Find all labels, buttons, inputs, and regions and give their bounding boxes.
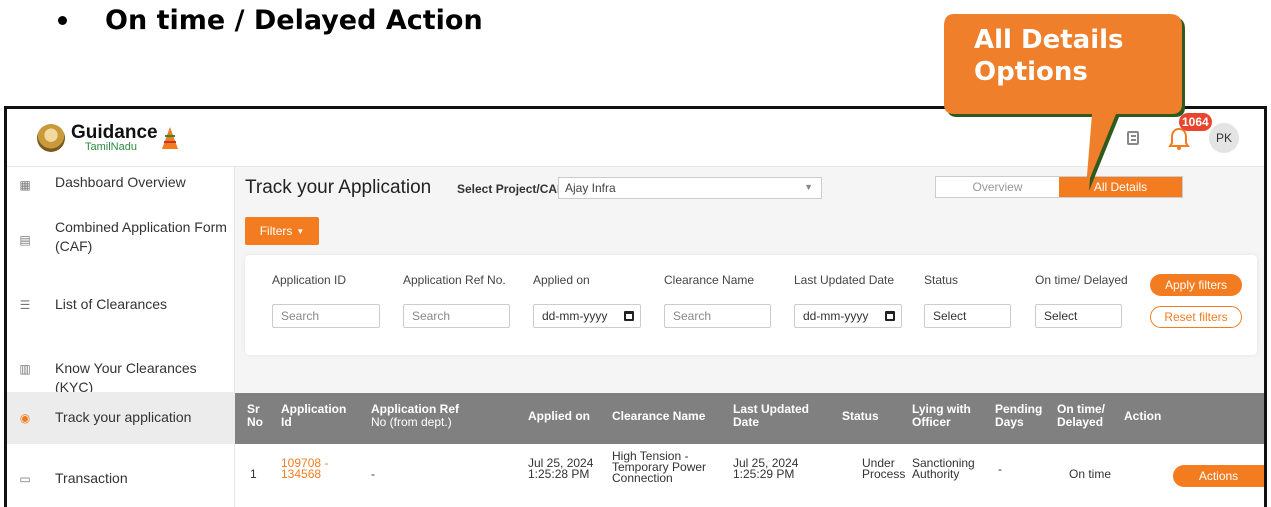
- bullet-icon: [58, 15, 67, 25]
- applied-on-date-input[interactable]: dd-mm-yyyy: [533, 304, 641, 328]
- actions-button[interactable]: Actions: [1173, 465, 1264, 487]
- apply-filters-button[interactable]: Apply filters: [1150, 274, 1242, 296]
- filter-label-ontime: On time/ Delayed: [1035, 273, 1128, 287]
- col-application-ref[interactable]: Application Ref No (from dept.): [371, 403, 459, 429]
- cell-lying-with-officer: Sanctioning Authority: [912, 456, 975, 481]
- list-icon: ☰: [19, 298, 31, 312]
- app-id-search-input[interactable]: Search: [272, 304, 380, 328]
- cell-application-ref: -: [371, 467, 375, 481]
- clearance-search-input[interactable]: Search: [664, 304, 771, 328]
- col-action[interactable]: Action: [1124, 410, 1161, 423]
- slide-title: On time / Delayed Action: [105, 4, 483, 36]
- document-icon: ▤: [19, 233, 31, 247]
- logo-title: Guidance: [71, 122, 158, 143]
- col-application-id[interactable]: Application Id: [281, 403, 346, 429]
- cell-pending-days: -: [998, 462, 1002, 476]
- col-last-updated[interactable]: Last Updated Date: [733, 403, 809, 429]
- avatar[interactable]: PK: [1209, 123, 1239, 153]
- chevron-down-icon: ▼: [804, 182, 813, 192]
- filters-button[interactable]: Filters ▼: [245, 217, 319, 245]
- ontime-select[interactable]: Select: [1035, 304, 1122, 328]
- calendar-icon[interactable]: [624, 311, 634, 321]
- filter-label-last-updated: Last Updated Date: [794, 273, 895, 287]
- calendar-icon[interactable]: [885, 311, 895, 321]
- cell-ontime-delayed: On time: [1069, 467, 1112, 481]
- table-row: 1 109708 -134568 - Jul 25, 2024 1:25:28 P…: [235, 444, 1264, 507]
- last-updated-date-input[interactable]: dd-mm-yyyy: [794, 304, 902, 328]
- logo[interactable]: Guidance TamilNadu: [37, 123, 178, 153]
- project-select[interactable]: Ajay Infra ▼: [558, 177, 822, 199]
- tower-icon: [161, 127, 178, 149]
- filter-label-app-id: Application ID: [272, 273, 347, 287]
- sidebar-item-dashboard[interactable]: ▦ Dashboard Overview: [7, 167, 235, 203]
- caret-down-icon: ▼: [296, 226, 305, 236]
- sidebar-item-track[interactable]: ◉ Track your application: [7, 392, 235, 444]
- filter-label-applied-on: Applied on: [533, 273, 590, 287]
- filter-label-status: Status: [924, 273, 959, 287]
- wallet-icon: ▭: [19, 472, 31, 486]
- reset-filters-button[interactable]: Reset filters: [1150, 306, 1242, 328]
- sidebar-item-clearances[interactable]: ☰ List of Clearances: [7, 279, 235, 331]
- cell-clearance-name: High Tension - Temporary Power Connection: [612, 449, 707, 485]
- logo-subtitle: TamilNadu: [85, 141, 137, 153]
- col-status[interactable]: Status: [842, 410, 879, 423]
- sidebar-item-transaction[interactable]: ▭ Transaction: [7, 455, 235, 507]
- sidebar-item-kyc[interactable]: ▥ Know Your Clearances (KYC): [7, 339, 235, 399]
- page-title: Track your Application: [245, 177, 432, 198]
- book-icon: ▥: [19, 362, 31, 376]
- filter-panel: Application ID Application Ref No. Appli…: [245, 255, 1257, 355]
- filter-label-app-ref: Application Ref No.: [403, 273, 506, 287]
- col-lying-with-officer[interactable]: Lying with Officer: [912, 403, 971, 429]
- main-content: Track your Application Select Project/CA…: [235, 167, 1264, 507]
- col-pending-days[interactable]: Pending Days: [995, 403, 1042, 429]
- col-clearance-name[interactable]: Clearance Name: [612, 410, 705, 423]
- emblem-icon: [37, 124, 65, 152]
- project-select-label: Select Project/CAF: [457, 182, 565, 196]
- status-select[interactable]: Select: [924, 304, 1011, 328]
- app-ref-search-input[interactable]: Search: [403, 304, 510, 328]
- slide-heading: On time / Delayed Action: [58, 2, 483, 38]
- callout: All Details Options: [936, 10, 1186, 191]
- col-applied-on[interactable]: Applied on: [528, 410, 590, 423]
- location-pin-icon: ◉: [19, 411, 31, 425]
- cell-last-updated: Jul 25, 2024 1:25:29 PM: [733, 456, 799, 481]
- table-header: Sr No Application Id Application Ref No (fr…: [235, 393, 1264, 444]
- dashboard-icon: ▦: [19, 178, 31, 192]
- sidebar: ▦ Dashboard Overview ▤ Combined Applicat…: [7, 167, 235, 507]
- col-sr-no[interactable]: Sr No: [247, 403, 263, 429]
- cell-sr: 1: [250, 467, 257, 481]
- filter-label-clearance: Clearance Name: [664, 273, 755, 287]
- sidebar-item-caf[interactable]: ▤ Combined Application Form (CAF): [7, 211, 235, 271]
- col-ontime-delayed[interactable]: On time/Delayed: [1057, 403, 1105, 429]
- cell-status: Under Process: [862, 456, 906, 481]
- cell-application-id[interactable]: 109708 -134568: [281, 457, 328, 480]
- cell-applied-on: Jul 25, 2024 1:25:28 PM: [528, 456, 594, 481]
- callout-text: All Details Options: [974, 25, 1124, 87]
